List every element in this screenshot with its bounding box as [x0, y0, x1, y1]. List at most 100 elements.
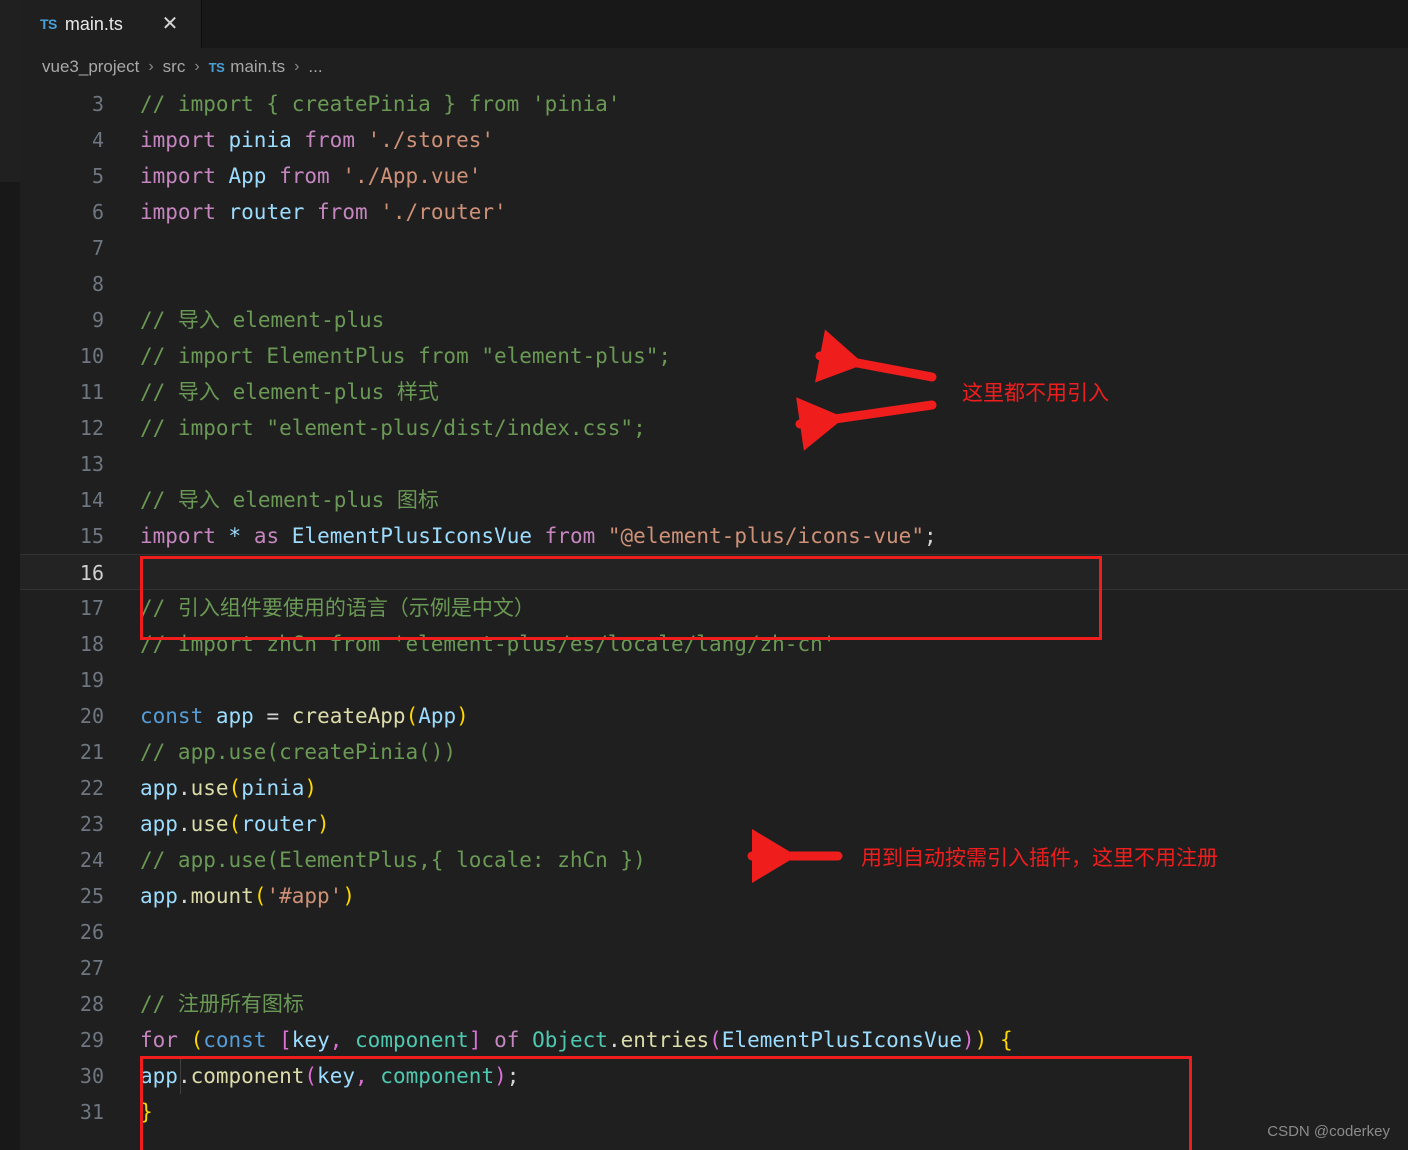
code-line[interactable]: 22 app.use(pinia)	[20, 770, 1408, 806]
code-line-text: // 注册所有图标	[140, 992, 304, 1016]
code-line-text: import * as ElementPlusIconsVue from "@e…	[140, 524, 937, 548]
code-line[interactable]: 13	[20, 446, 1408, 482]
line-number: 16	[79, 561, 104, 585]
line-number: 6	[91, 200, 104, 224]
code-line-text: // 导入 element-plus	[140, 308, 385, 332]
code-line[interactable]: 20 const app = createApp(App)	[20, 698, 1408, 734]
code-line-text: app.use(pinia)	[140, 776, 318, 800]
line-number: 10	[79, 344, 104, 368]
code-line-text: }	[140, 1100, 153, 1124]
code-line[interactable]: 29 for (const [key, component] of Object.…	[20, 1022, 1408, 1058]
line-number: 4	[91, 128, 104, 152]
code-line[interactable]: 3 // import { createPinia } from 'pinia'	[20, 86, 1408, 122]
tab-label: main.ts	[64, 13, 123, 34]
line-number: 27	[79, 956, 104, 980]
code-line-text: // import { createPinia } from 'pinia'	[140, 92, 621, 116]
code-line[interactable]: 18 // import zhCn from 'element-plus/es/l…	[20, 626, 1408, 662]
line-number: 15	[79, 524, 104, 548]
activity-bar-strip	[0, 0, 20, 1150]
code-line[interactable]: 26	[20, 914, 1408, 950]
activity-bar-scroll-indicator[interactable]	[0, 0, 20, 182]
editor-tab-bar: TS main.ts ✕	[20, 0, 1408, 48]
breadcrumb-item-src[interactable]: src	[163, 57, 186, 77]
code-line[interactable]: 5 import App from './App.vue'	[20, 158, 1408, 194]
code-line-text: // app.use(ElementPlus,{ locale: zhCn })	[140, 848, 646, 872]
line-number: 14	[79, 488, 104, 512]
code-line[interactable]: 12 // import "element-plus/dist/index.css…	[20, 410, 1408, 446]
breadcrumb: vue3_project › src › TS main.ts › ...	[20, 48, 1408, 86]
line-number: 31	[79, 1100, 104, 1124]
code-line-text: // 引入组件要使用的语言（示例是中文）	[140, 596, 535, 620]
annotation-note-2: 用到自动按需引入插件，这里不用注册	[861, 846, 1218, 870]
code-line-text: import App from './App.vue'	[140, 164, 482, 188]
line-number: 26	[79, 920, 104, 944]
code-line-text: app.component(key, component);	[140, 1064, 520, 1088]
code-line-text: // 导入 element-plus 图标	[140, 488, 439, 512]
line-number: 9	[91, 308, 104, 332]
code-line[interactable]: 9 // 导入 element-plus	[20, 302, 1408, 338]
tab-bar-empty-area	[202, 0, 1408, 48]
line-number: 24	[79, 848, 104, 872]
line-number: 11	[79, 380, 104, 404]
code-line-text: // 导入 element-plus 样式	[140, 380, 439, 404]
line-number: 29	[79, 1028, 104, 1052]
code-line-text: import router from './router'	[140, 200, 507, 224]
code-line[interactable]: 15 import * as ElementPlusIconsVue from "…	[20, 518, 1408, 554]
line-number: 12	[79, 416, 104, 440]
code-lines: 3 // import { createPinia } from 'pinia' 4…	[20, 86, 1408, 1130]
code-line[interactable]: 16	[20, 554, 1408, 590]
code-line[interactable]: 7	[20, 230, 1408, 266]
code-line[interactable]: 10 // import ElementPlus from "element-pl…	[20, 338, 1408, 374]
line-number: 30	[79, 1064, 104, 1088]
line-number: 25	[79, 884, 104, 908]
chevron-right-icon: ›	[194, 58, 200, 75]
breadcrumb-item-project[interactable]: vue3_project	[42, 57, 139, 77]
line-number: 20	[79, 704, 104, 728]
code-line-text: // import zhCn from 'element-plus/es/loc…	[140, 632, 836, 656]
code-line-text: // app.use(createPinia())	[140, 740, 457, 764]
typescript-file-icon: TS	[208, 59, 225, 75]
code-line[interactable]: 23 app.use(router)	[20, 806, 1408, 842]
code-line-text: import pinia from './stores'	[140, 128, 495, 152]
tab-main-ts[interactable]: TS main.ts ✕	[20, 0, 202, 48]
code-line[interactable]: 27	[20, 950, 1408, 986]
annotation-note-1: 这里都不用引入	[962, 381, 1109, 405]
code-line[interactable]: 21 // app.use(createPinia())	[20, 734, 1408, 770]
code-line[interactable]: 25 app.mount('#app')	[20, 878, 1408, 914]
line-number: 21	[79, 740, 104, 764]
code-line-text: app.use(router)	[140, 812, 330, 836]
code-line[interactable]: 8	[20, 266, 1408, 302]
code-line-text: // import ElementPlus from "element-plus…	[140, 344, 672, 368]
code-line[interactable]: 31}	[20, 1094, 1408, 1130]
code-line-text: app.mount('#app')	[140, 884, 355, 908]
line-number: 7	[91, 236, 104, 260]
line-number: 28	[79, 992, 104, 1016]
code-line[interactable]: 14 // 导入 element-plus 图标	[20, 482, 1408, 518]
code-line[interactable]: 17 // 引入组件要使用的语言（示例是中文）	[20, 590, 1408, 626]
code-line[interactable]: 4 import pinia from './stores'	[20, 122, 1408, 158]
chevron-right-icon: ›	[148, 58, 154, 75]
breadcrumb-item-file[interactable]: main.ts	[230, 57, 285, 77]
watermark: CSDN @coderkey	[1267, 1123, 1390, 1140]
code-line-text: const app = createApp(App)	[140, 704, 469, 728]
code-line[interactable]: 28 // 注册所有图标	[20, 986, 1408, 1022]
code-line[interactable]: 6 import router from './router'	[20, 194, 1408, 230]
code-line-text: // import "element-plus/dist/index.css";	[140, 416, 646, 440]
code-editor[interactable]: 3 // import { createPinia } from 'pinia' 4…	[20, 86, 1408, 1150]
typescript-file-icon: TS	[40, 16, 57, 32]
line-number: 18	[79, 632, 104, 656]
line-number: 19	[79, 668, 104, 692]
line-number: 8	[91, 272, 104, 296]
line-number: 13	[79, 452, 104, 476]
line-number: 3	[91, 92, 104, 116]
code-line[interactable]: 19	[20, 662, 1408, 698]
code-line[interactable]: 11 // 导入 element-plus 样式	[20, 374, 1408, 410]
line-number: 17	[79, 596, 104, 620]
line-number: 5	[91, 164, 104, 188]
vscode-window: TS main.ts ✕ vue3_project › src › TS mai…	[0, 0, 1408, 1150]
line-number: 23	[79, 812, 104, 836]
chevron-right-icon: ›	[294, 58, 300, 75]
code-line[interactable]: 30 app.component(key, component);	[20, 1058, 1408, 1094]
close-icon[interactable]: ✕	[159, 13, 181, 35]
breadcrumb-item-symbol[interactable]: ...	[308, 57, 322, 77]
